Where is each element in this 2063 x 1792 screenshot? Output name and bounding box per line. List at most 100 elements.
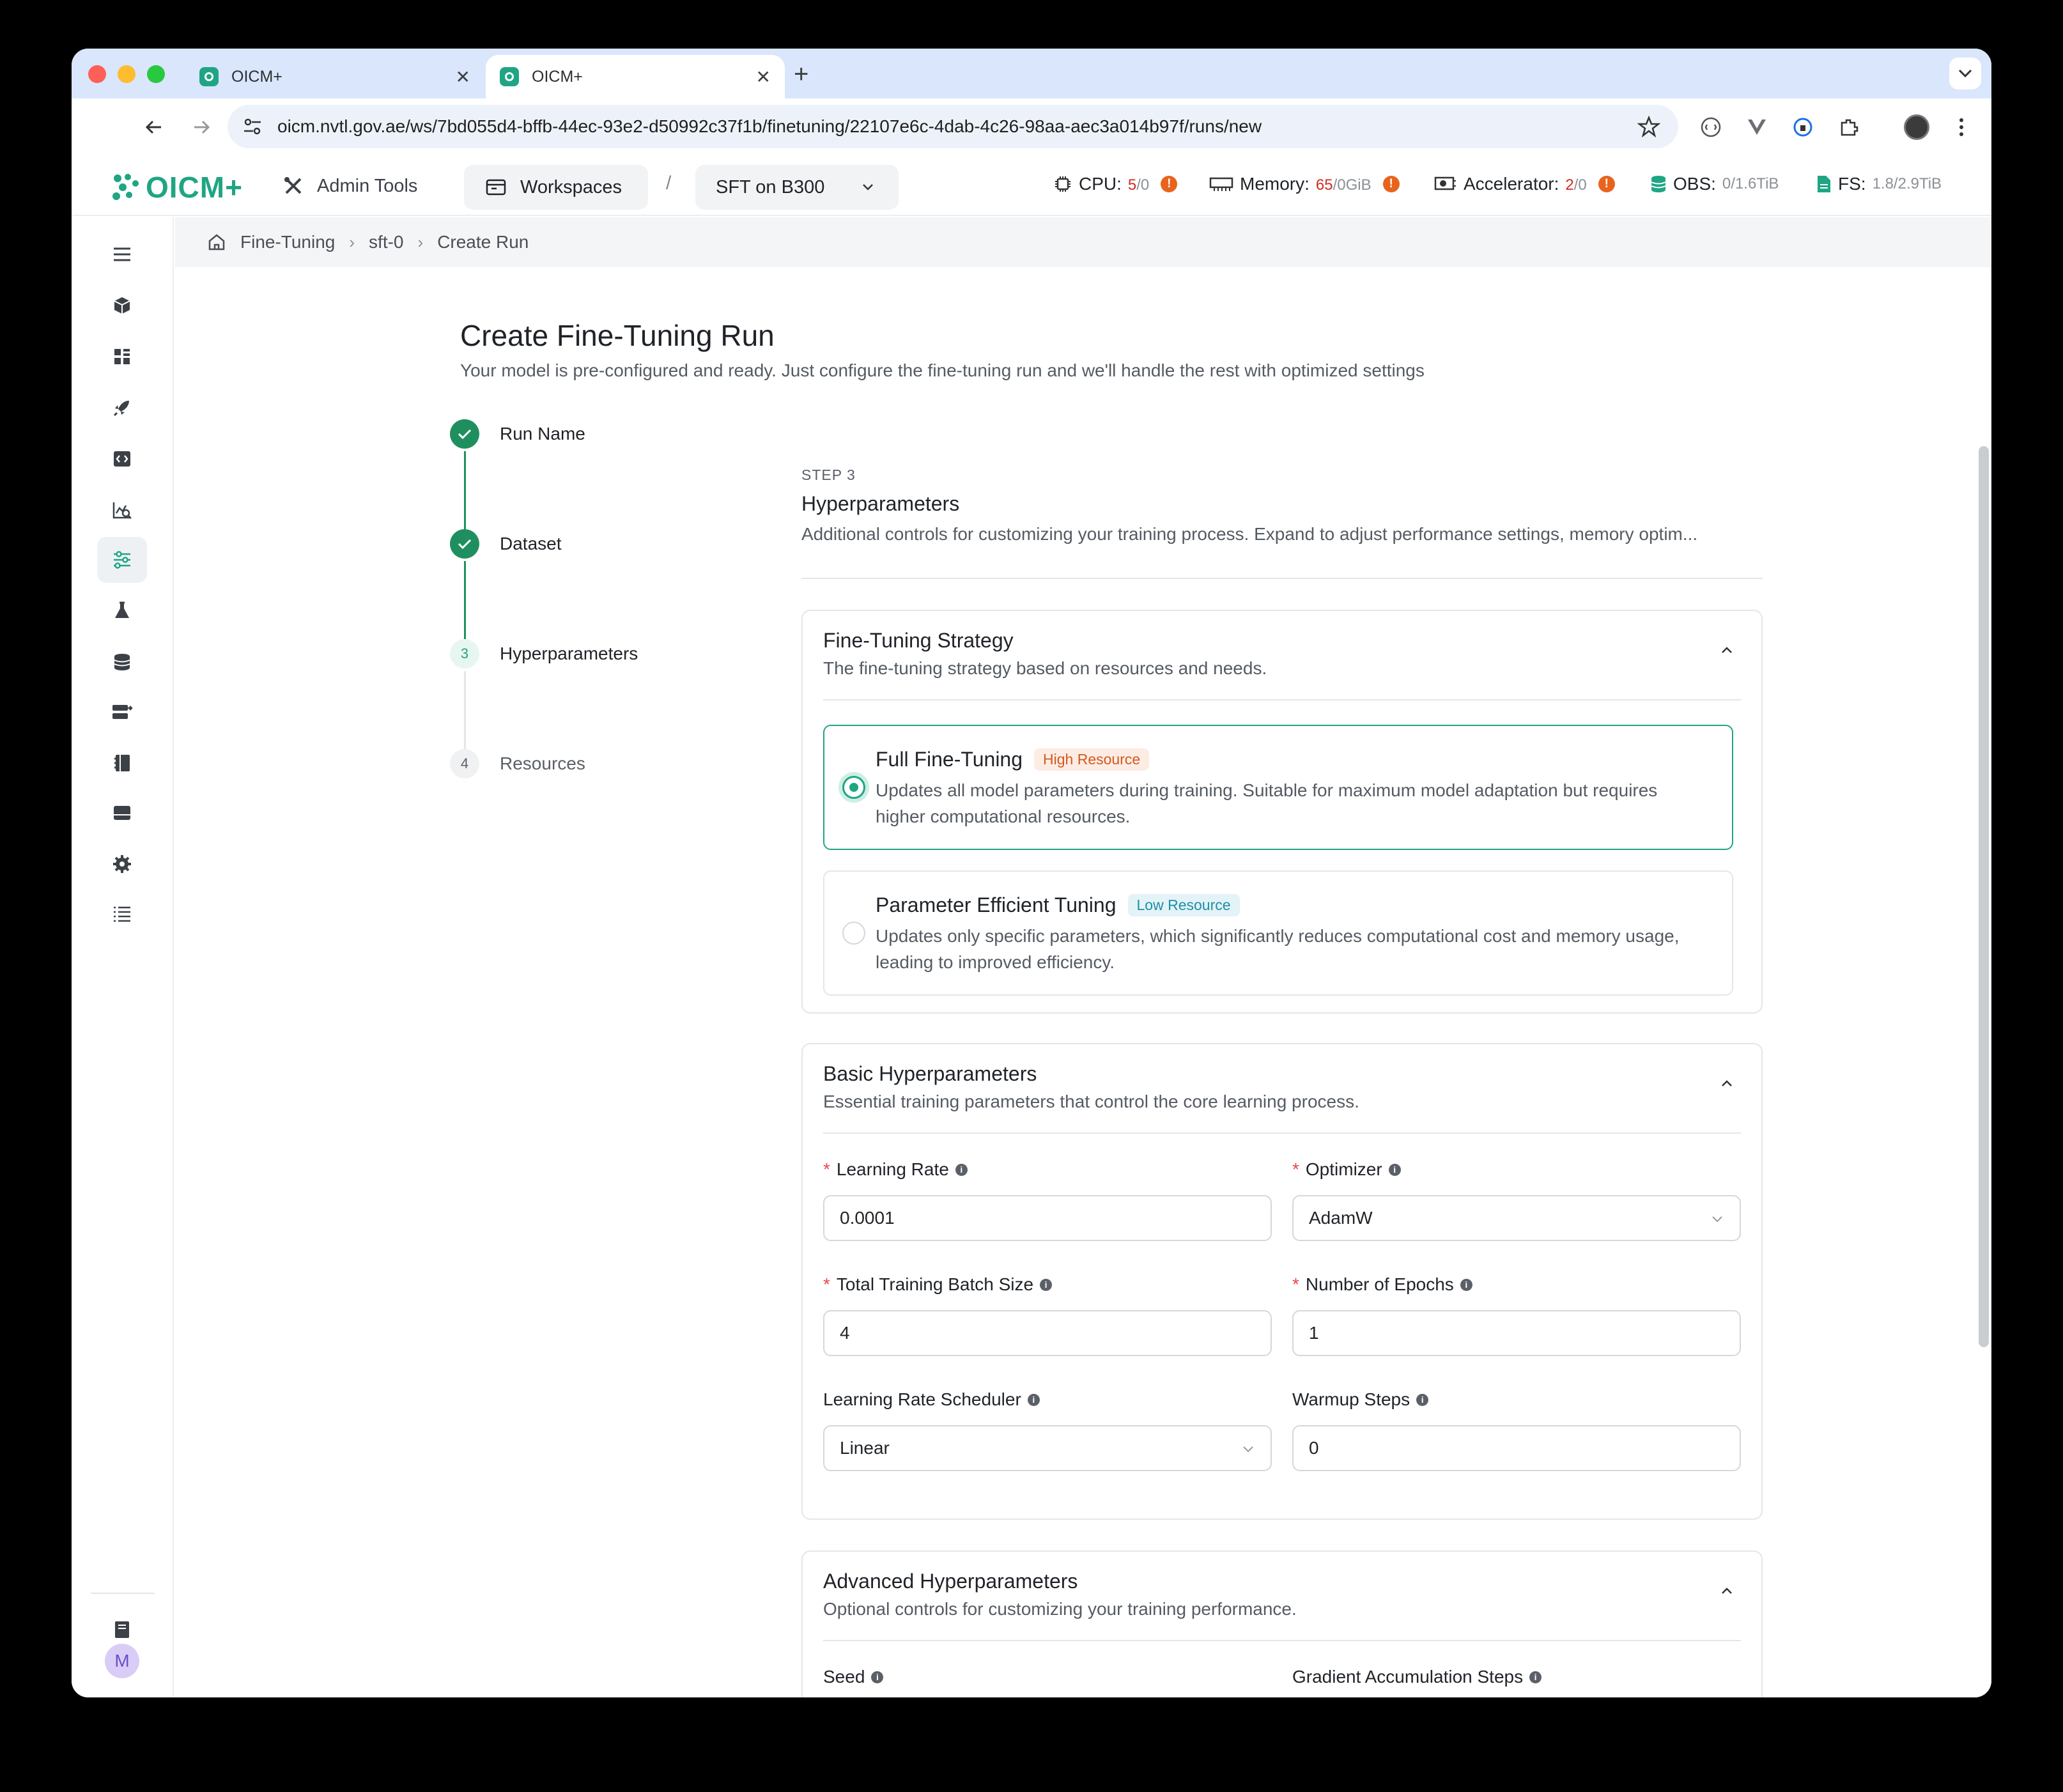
maximize-window-button[interactable] [147,65,165,83]
header-separator: / [666,173,672,194]
optimizer-select[interactable]: AdamW [1292,1195,1741,1241]
peft-option[interactable]: Parameter Efficient Tuning Low Resource … [823,870,1733,996]
info-icon[interactable]: i [1416,1393,1429,1406]
info-icon[interactable]: i [1040,1278,1053,1291]
full-fine-tuning-option[interactable]: Full Fine-Tuning High Resource Updates a… [823,725,1733,850]
vue-devtools-icon[interactable] [1741,111,1773,143]
page-subtitle: Your model is pre-configured and ready. … [460,360,1425,380]
models-cube-icon[interactable] [97,282,147,328]
storage-transfer-icon[interactable] [97,689,147,735]
info-icon[interactable]: i [1388,1163,1401,1176]
deploy-rocket-icon[interactable] [97,385,147,431]
home-icon[interactable] [207,233,226,252]
breadcrumb-fine-tuning[interactable]: Fine-Tuning [240,232,335,252]
user-avatar[interactable]: M [105,1644,139,1678]
epochs-input[interactable]: 1 [1292,1310,1741,1356]
oicm-logo-icon [112,174,139,200]
close-tab-icon[interactable]: ✕ [456,66,470,88]
tab-search-button[interactable] [1949,58,1981,89]
dashboard-icon[interactable] [97,334,147,380]
page-title: Create Fine-Tuning Run [460,319,775,352]
card-title: Basic Hyperparameters [823,1062,1037,1085]
info-icon[interactable]: i [1460,1278,1472,1291]
info-icon[interactable]: i [955,1163,968,1176]
info-icon[interactable]: i [871,1671,884,1683]
info-icon[interactable]: i [1529,1671,1542,1683]
settings-gear-icon[interactable] [97,841,147,887]
extension-icon[interactable] [1695,111,1727,143]
profile-avatar[interactable] [1901,111,1933,143]
chevron-right-icon: › [349,232,355,252]
app-logo[interactable]: OICM+ [111,170,243,205]
notebooks-icon[interactable] [97,740,147,786]
quota-used: 5 [1127,176,1137,194]
label-text: Gradient Accumulation Steps [1292,1667,1524,1687]
forward-icon[interactable] [185,111,217,143]
batch-size-input[interactable]: 4 [823,1310,1272,1356]
extensions-puzzle-icon[interactable] [1833,111,1865,143]
site-settings-icon[interactable] [242,116,263,137]
divider [801,578,1763,579]
card-header[interactable]: Advanced Hyperparameters Optional contro… [823,1552,1741,1641]
code-editor-icon[interactable] [97,436,147,482]
quota-used: 65 [1315,176,1333,194]
close-tab-icon[interactable]: ✕ [756,66,771,88]
menu-toggle-icon[interactable] [97,231,147,277]
experiments-flask-icon[interactable] [97,588,147,634]
chevron-up-icon[interactable] [1719,1584,1735,1599]
warmup-steps-input[interactable]: 0 [1292,1425,1741,1471]
quota-total: /0 [1573,176,1587,194]
option-title: Full Fine-Tuning [876,748,1023,771]
registry-icon[interactable] [97,790,147,836]
chevron-up-icon[interactable] [1719,643,1735,658]
info-icon[interactable]: i [1027,1393,1040,1406]
step-connector [464,561,466,639]
close-window-button[interactable] [88,65,106,83]
breadcrumb: Fine-Tuning › sft-0 › Create Run [175,217,1991,267]
datasets-database-icon[interactable] [97,639,147,685]
low-resource-badge: Low Resource [1127,894,1240,916]
bookmark-star-icon[interactable] [1637,115,1660,138]
password-manager-icon[interactable] [1787,111,1819,143]
step-connector [464,671,466,749]
cpu-icon [1055,176,1070,192]
check-icon [450,419,479,449]
learning-rate-input[interactable]: 0.0001 [823,1195,1272,1241]
card-header[interactable]: Basic Hyperparameters Essential training… [823,1044,1741,1134]
new-tab-icon[interactable]: + [794,60,808,89]
browser-tab-active[interactable]: OICM+ ✕ [486,55,785,98]
fine-tuning-sliders-icon[interactable] [97,537,147,583]
workspaces-button[interactable]: Workspaces [464,165,648,210]
file-icon [1818,176,1830,192]
warning-icon: ! [1598,176,1615,192]
browser-tab[interactable]: OICM+ ✕ [185,55,484,98]
memory-icon [1209,177,1233,191]
step-hyperparameters[interactable]: 3 Hyperparameters [450,639,638,668]
radio-unselected[interactable] [842,922,865,945]
list-icon[interactable] [97,891,147,937]
step-run-name[interactable]: Run Name [450,419,585,449]
scrollbar[interactable] [1979,446,1989,1347]
workspace-select[interactable]: SFT on B300 [695,165,899,210]
address-bar[interactable]: oicm.nvtl.gov.ae/ws/7bd055d4-bffb-44ec-9… [228,105,1678,148]
admin-tools-link[interactable]: Admin Tools [282,170,417,202]
step-dataset[interactable]: Dataset [450,529,562,559]
chevron-up-icon[interactable] [1719,1076,1735,1092]
learning-rate-label: * Learning Rate i [823,1159,968,1180]
label-text: Warmup Steps [1292,1389,1410,1409]
logo-text: OICM+ [146,171,243,204]
required-marker: * [823,1159,830,1179]
workspaces-label: Workspaces [520,176,622,197]
breadcrumb-run[interactable]: sft-0 [369,232,403,252]
card-subtitle: The fine-tuning strategy based on resour… [823,658,1267,678]
chrome-menu-icon[interactable] [1945,111,1977,143]
radio-selected[interactable] [842,776,865,799]
quota-total: /0GiB [1333,176,1371,194]
back-icon[interactable] [138,111,170,143]
card-header[interactable]: Fine-Tuning Strategy The fine-tuning str… [823,611,1741,700]
step-resources[interactable]: 4 Resources [450,749,585,778]
scheduler-select[interactable]: Linear [823,1425,1272,1471]
breadcrumb-current: Create Run [437,232,529,252]
analytics-icon[interactable] [97,487,147,533]
minimize-window-button[interactable] [118,65,135,83]
